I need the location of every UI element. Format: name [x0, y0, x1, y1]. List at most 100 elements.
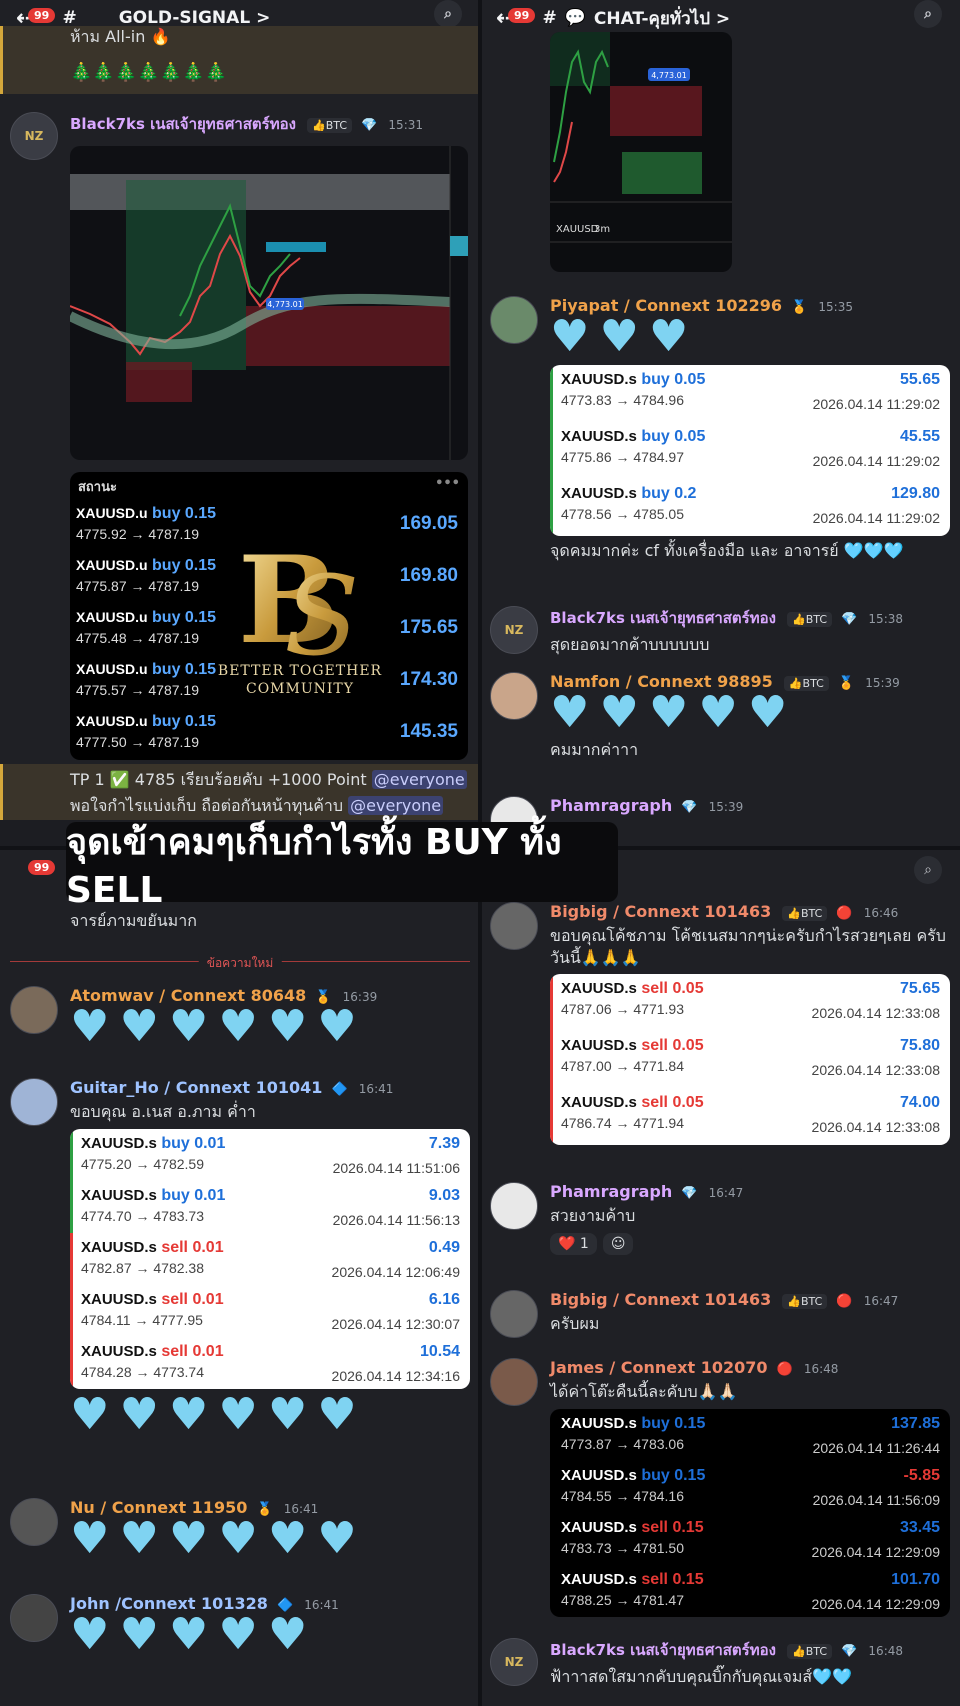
trade-datetime: 2026.04.14 11:51:06 — [332, 1159, 460, 1176]
trade-side: buy 0.05 — [641, 371, 706, 388]
role-tag: 👍BTC — [787, 1644, 833, 1659]
trade-symbol: XAUUSD.s — [561, 1037, 637, 1055]
avatar[interactable] — [10, 1498, 58, 1546]
badge-icon: 🏅 — [837, 676, 855, 691]
chart-price-label: 4,773.01 — [267, 300, 303, 309]
trade-datetime: 2026.04.14 12:33:08 — [811, 1062, 940, 1079]
trade-symbol: XAUUSD.s — [561, 1466, 637, 1484]
trade-profit: 145.35 — [399, 721, 458, 742]
phone-chart-screenshot[interactable]: 4,773.01 XAUUSD 3m — [550, 32, 732, 272]
username[interactable]: Black7ks เนสเจ้ายุทธศาสตร์ทอง — [550, 1638, 776, 1662]
search-icon[interactable]: ⌕ — [434, 0, 462, 28]
trade-side: buy 0.15 — [152, 557, 217, 574]
search-icon[interactable]: ⌕ — [914, 856, 942, 884]
trade-row: XAUUSD.s sell 0.15 4788.25 → 4781.47 101.7… — [550, 1565, 950, 1617]
trade-status-card[interactable]: สถานะ ••• XAUUSD.u buy 0.15 4775.92 → 4787… — [70, 472, 468, 760]
trade-profit: 174.30 — [399, 669, 458, 690]
logo-caption: BETTER TOGETHER COMMUNITY — [200, 662, 400, 698]
chat-panel-bottom-left: 99 จารย์ภามขยันมาก ข้อความใหม่ Atomwav /… — [0, 850, 480, 1706]
trade-symbol: XAUUSD.s — [561, 980, 637, 998]
avatar[interactable]: NZ — [10, 112, 58, 160]
mention-everyone[interactable]: @everyone — [348, 795, 444, 815]
avatar[interactable] — [490, 672, 538, 720]
username[interactable]: Black7ks เนสเจ้ายุทธศาสตร์ทอง — [550, 606, 776, 630]
blue-heart-icon: ♥ — [599, 687, 643, 738]
blue-heart-icon: ♥ — [218, 1388, 262, 1440]
trade-side: sell 0.01 — [161, 1290, 224, 1308]
avatar[interactable] — [10, 1594, 58, 1642]
chat-bubble-icon: 💬 — [564, 8, 586, 28]
trade-row: XAUUSD.s sell 0.15 4783.73 → 4781.50 33.45… — [550, 1513, 950, 1565]
trade-row: XAUUSD.s buy 0.05 4775.86 → 4784.97 45.55 2… — [550, 422, 950, 479]
search-icon[interactable]: ⌕ — [914, 0, 942, 28]
avatar[interactable] — [490, 1182, 538, 1230]
avatar[interactable]: NZ — [490, 1638, 538, 1686]
gem-icon: 💎 — [841, 1644, 858, 1659]
trade-datetime: 2026.04.14 11:56:09 — [812, 1491, 940, 1508]
trade-symbol: XAUUSD.s — [81, 1186, 157, 1204]
trade-symbol: XAUUSD.u — [76, 609, 148, 625]
trade-card[interactable]: XAUUSD.s buy 0.15 4773.87 → 4783.06 137.85… — [550, 1408, 950, 1617]
hash-icon: # — [542, 8, 557, 28]
blue-heart-icon: ♥ — [119, 1609, 163, 1660]
avatar[interactable]: NZ — [490, 606, 538, 654]
hearts-emoji: ♥ ♥ ♥ ♥ ♥ ♥ — [70, 1388, 470, 1440]
trade-profit: 75.65 — [899, 980, 940, 998]
more-icon[interactable]: ••• — [435, 476, 460, 491]
unread-badge: 99 — [508, 8, 536, 23]
username[interactable]: Bigbig / Connext 101463 — [550, 1290, 771, 1309]
trade-datetime: 2026.04.14 11:29:02 — [812, 510, 940, 526]
trade-profit: 129.80 — [891, 485, 940, 502]
trade-symbol: XAUUSD.u — [76, 505, 148, 521]
username[interactable]: Guitar_Ho / Connext 101041 — [70, 1078, 322, 1097]
trade-side: sell 0.01 — [161, 1342, 224, 1360]
channel-header[interactable]: ⇠ # 💬 CHAT-คุยทั่วไป > 99 ⌕ — [480, 0, 960, 36]
message-text: จุดคมมากค่ะ cf ทั้งเครื่องมือ และ อาจารย… — [550, 541, 904, 560]
avatar[interactable] — [10, 986, 58, 1034]
hearts-emoji: ♥ ♥ ♥ ♥ ♥ ♥ — [70, 1517, 470, 1561]
trade-profit: 0.49 — [428, 1238, 460, 1256]
trade-symbol: XAUUSD.s — [561, 371, 637, 388]
avatar[interactable] — [10, 1078, 58, 1126]
overlay-caption: จุดเข้าคมๆเก็บกำไรทั้ง BUY ทั้ง SELL — [66, 822, 618, 911]
trade-card[interactable]: XAUUSD.s buy 0.01 4775.20 → 4782.59 7.39 20… — [70, 1128, 470, 1389]
trade-side: sell 0.15 — [641, 1518, 704, 1536]
gem-icon: 💎 — [841, 612, 858, 627]
trade-row: XAUUSD.s sell 0.01 4782.87 → 4782.38 0.49 2… — [70, 1232, 470, 1285]
badge-icon: 🔴 — [836, 906, 853, 921]
status-row: XAUUSD.u buy 0.15 4777.50 → 4787.19 145.35 — [70, 709, 468, 760]
message-text: ได้ค่าโต๊ะคืนนี้ละคับบ🙏🏻🙏🏻 — [550, 1382, 738, 1401]
trade-symbol: XAUUSD.s — [81, 1134, 157, 1152]
mention-everyone[interactable]: @everyone — [371, 770, 467, 789]
trade-row: XAUUSD.s buy 0.15 4784.55 → 4784.16 -5.85 2… — [550, 1461, 950, 1513]
add-reaction-icon[interactable]: ☺ — [602, 1232, 634, 1255]
trade-datetime: 2026.04.14 12:33:08 — [811, 1005, 940, 1022]
blue-heart-icon: ♥ — [267, 1001, 312, 1052]
trade-symbol: XAUUSD.s — [81, 1238, 157, 1256]
timestamp: 16:46 — [863, 906, 899, 920]
username[interactable]: Black7ks เนสเจ้ายุทธศาสตร์ทอง — [70, 112, 296, 136]
channel-title[interactable]: CHAT-คุยทั่วไป > — [594, 5, 730, 32]
avatar[interactable] — [490, 1290, 538, 1338]
channel-title[interactable]: GOLD-SIGNAL > — [119, 8, 271, 28]
trade-card[interactable]: XAUUSD.s sell 0.05 4787.06 → 4771.93 75.65… — [550, 974, 950, 1146]
trade-row: XAUUSD.s sell 0.05 4787.00 → 4771.84 75.80… — [550, 1031, 950, 1089]
trade-datetime: 2026.04.14 12:33:08 — [811, 1119, 940, 1136]
blue-heart-icon: ♥ — [218, 1513, 262, 1564]
blue-heart-icon: ♥ — [119, 1513, 163, 1564]
avatar[interactable] — [490, 296, 538, 344]
trade-profit: 137.85 — [891, 1414, 940, 1432]
chart-image[interactable]: 4,773.01 — [70, 146, 468, 460]
chart-symbol: XAUUSD — [556, 224, 599, 235]
username[interactable]: Phamragraph — [550, 1182, 672, 1201]
trade-datetime: 2026.04.14 11:26:44 — [812, 1439, 940, 1456]
heart-reaction[interactable]: ❤️ 1 — [550, 1232, 597, 1255]
trade-card[interactable]: XAUUSD.s buy 0.05 4773.83 → 4784.96 55.65 2… — [550, 365, 950, 536]
avatar[interactable] — [490, 1358, 538, 1406]
trade-profit: 7.39 — [428, 1134, 460, 1152]
blue-heart-icon: ♥ — [317, 1388, 361, 1440]
trade-side: buy 0.15 — [152, 505, 217, 522]
blue-heart-icon: ♥ — [648, 687, 693, 738]
trade-profit: 169.80 — [399, 565, 458, 586]
username[interactable]: James / Connext 102070 — [550, 1358, 767, 1377]
